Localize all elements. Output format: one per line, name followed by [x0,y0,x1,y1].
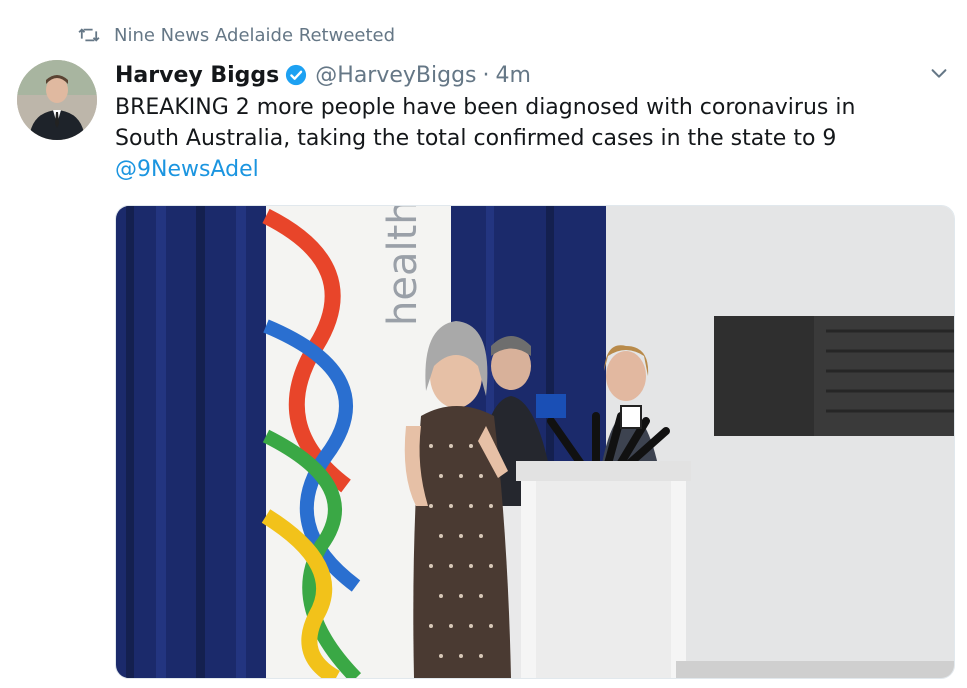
retweet-label: Nine News Adelaide Retweeted [114,24,396,46]
chevron-down-icon[interactable] [928,62,950,84]
tweet-text-line-1: BREAKING 2 more people have been diagnos… [115,95,856,120]
tweet-timestamp[interactable]: 4m [496,63,531,88]
tweet-photo[interactable]: health [115,205,955,679]
mention-link[interactable]: @9NewsAdel [115,154,935,185]
tweet-text: BREAKING 2 more people have been diagnos… [115,92,935,185]
press-conference-photo: health [116,206,954,678]
retweet-icon [78,28,100,42]
verified-badge-icon [286,64,307,86]
tweet-header: Harvey Biggs @HarveyBiggs · 4m [115,60,531,90]
tweet-text-line-2: South Australia, taking the total confir… [115,126,837,151]
author-name[interactable]: Harvey Biggs [115,63,279,88]
avatar-image [17,60,97,140]
retweet-context[interactable]: Nine News Adelaide Retweeted [78,22,395,48]
avatar[interactable] [17,60,97,140]
separator-dot: · [482,62,490,88]
author-handle[interactable]: @HarveyBiggs [315,63,476,88]
banner-text: health [380,206,426,326]
